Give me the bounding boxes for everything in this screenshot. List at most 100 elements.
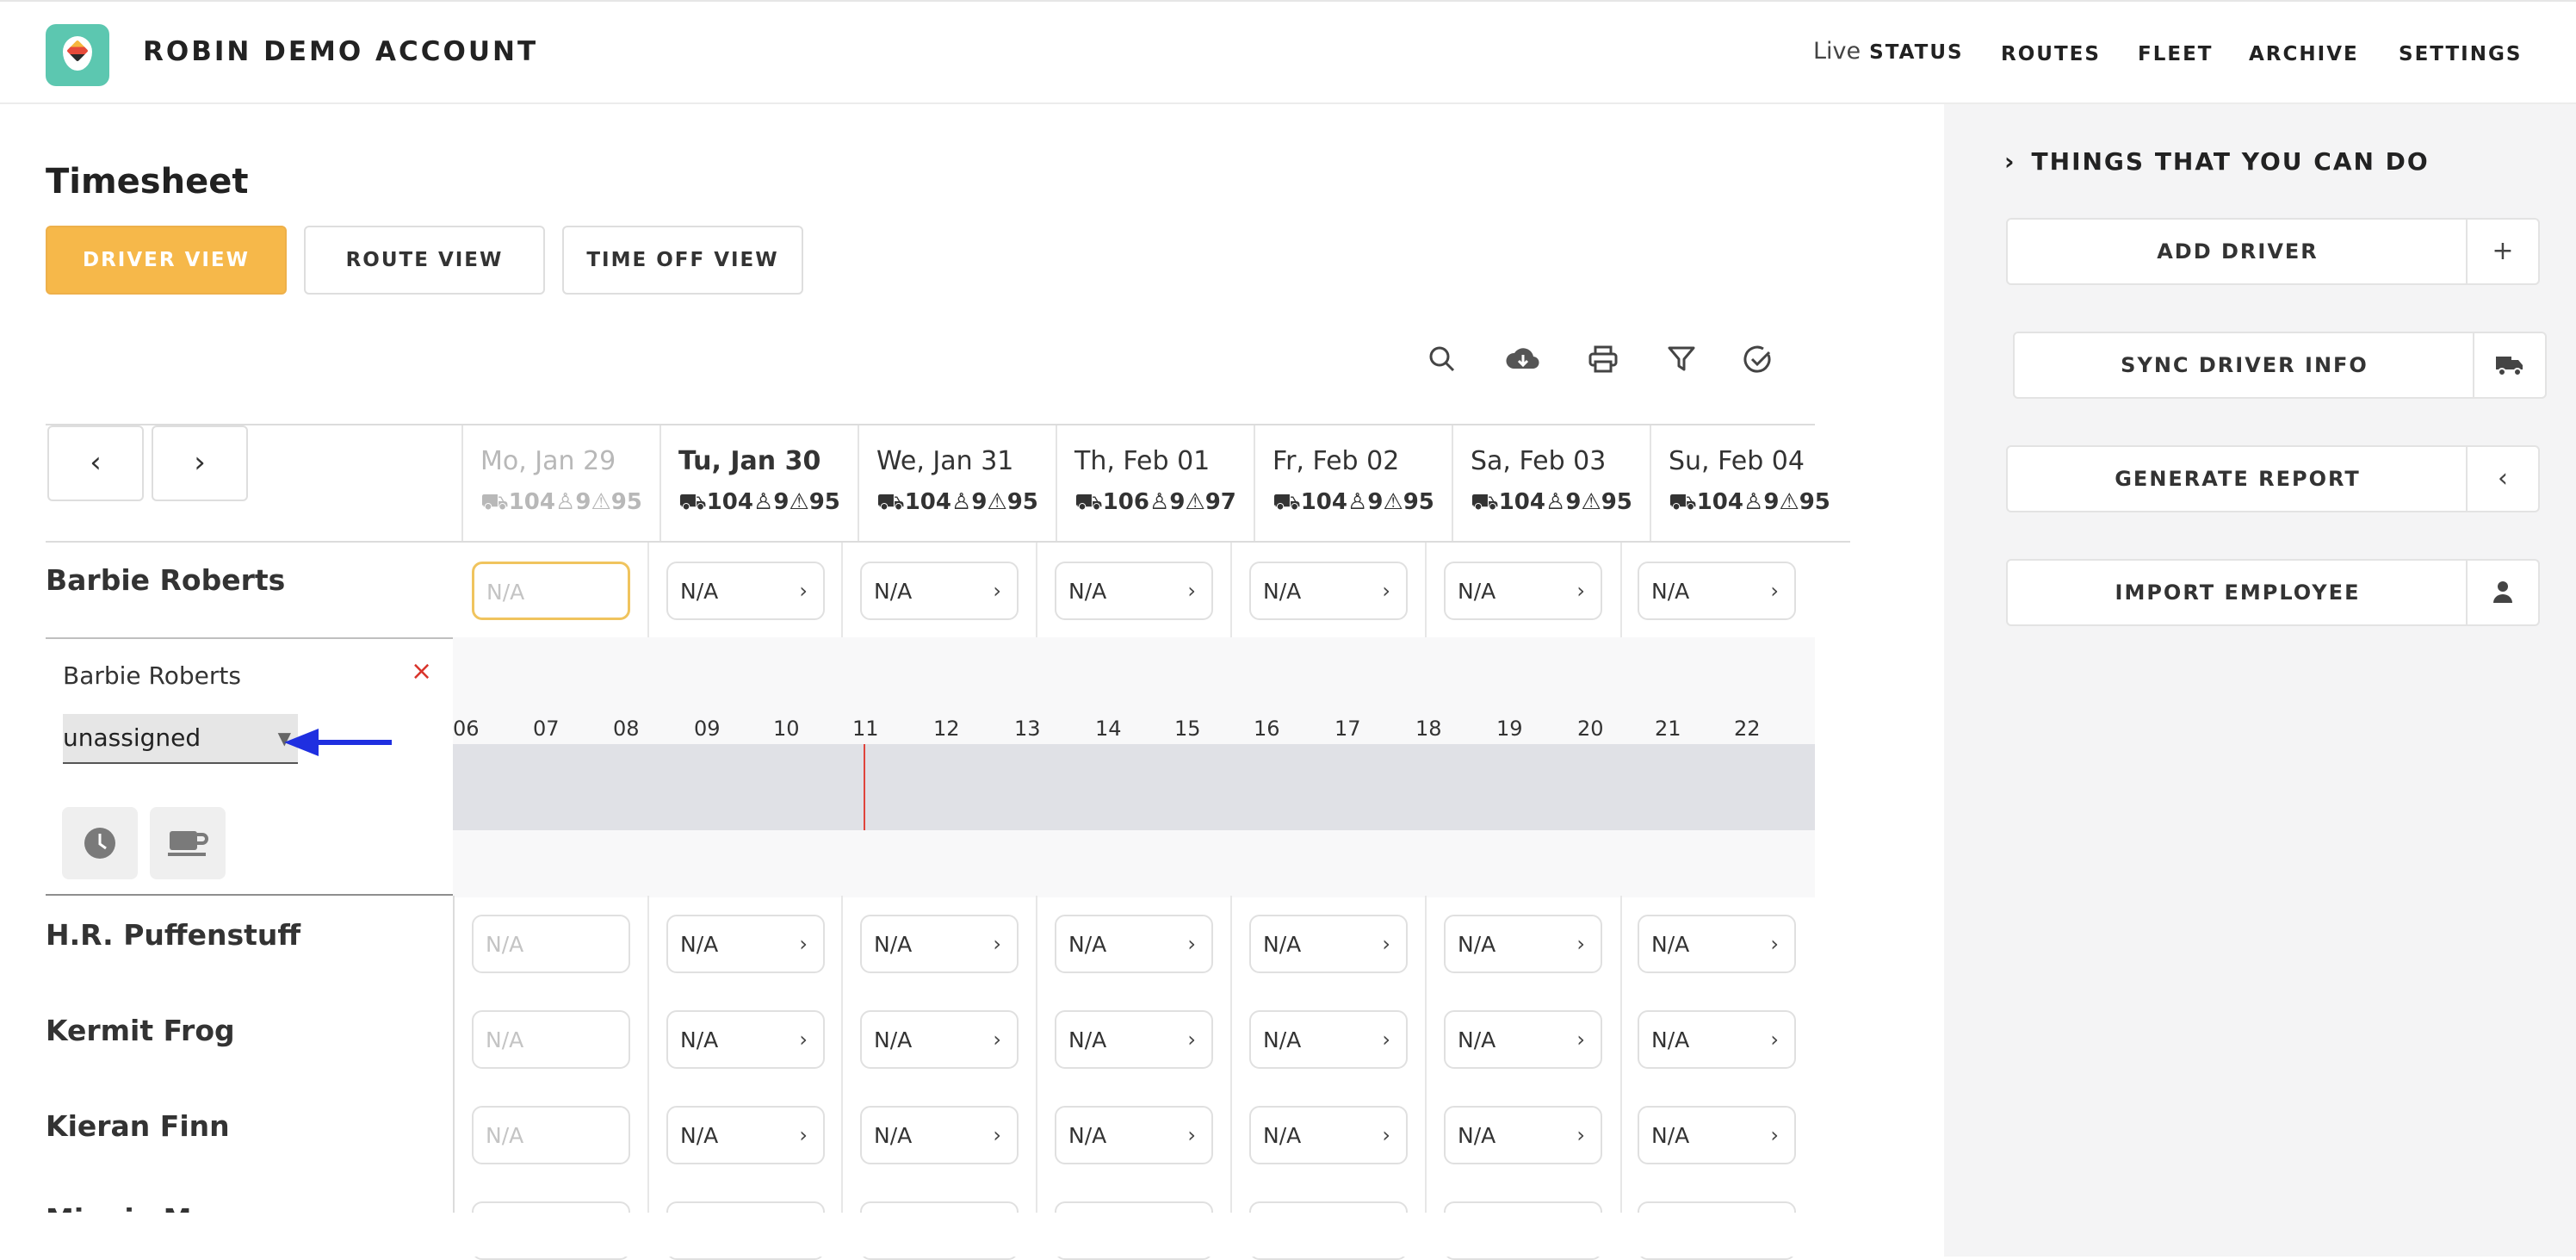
day-column-header[interactable]: Th, Feb 01 ⛟106♙9⚠97 [1056,425,1254,541]
hour-tick: 18 [1415,717,1442,741]
day-date: Tu, Jan 30 [678,446,821,476]
nav-fleet[interactable]: FLEET [2138,43,2213,65]
chevron-right-icon: › [1382,579,1390,603]
column-divider [1425,543,1427,637]
timesheet-cell[interactable]: N/A › [1055,1010,1213,1069]
route-assign-select[interactable]: unassigned ▼ [63,714,298,764]
timesheet-cell[interactable]: N/A › [1055,1106,1213,1164]
timesheet-cell[interactable]: N/A › [860,1106,1019,1164]
timesheet-cell[interactable]: N/A › [860,915,1019,973]
import-employee-button[interactable]: IMPORT EMPLOYEE [2006,559,2540,626]
timesheet-cell[interactable]: N/A › [666,1010,825,1069]
day-alerts: 95 [1601,489,1632,515]
timesheet-cell[interactable]: N/A › [1055,915,1213,973]
timesheet-cell[interactable]: N/A › [1444,1106,1602,1164]
hour-tick: 06 [453,717,480,741]
timesheet-cell[interactable]: N/A › [666,915,825,973]
driver-name[interactable]: Barbie Roberts [46,563,285,597]
cell-value: N/A [1263,932,1302,957]
add-driver-button[interactable]: ADD DRIVER + [2006,218,2540,285]
person-icon: ♙ [1545,489,1566,515]
timesheet-cell[interactable]: N/A › [1249,915,1408,973]
truck-icon: ⛟ [1471,489,1499,515]
truck-icon: ⛟ [678,489,707,515]
schedule-band[interactable] [453,744,1815,830]
chevron-right-icon: › [1576,932,1585,956]
actions-heading[interactable]: › THINGS THAT YOU CAN DO [2004,147,2430,176]
timesheet-cell[interactable]: N/A [472,1010,630,1069]
day-column-header[interactable]: Su, Feb 04 ⛟104♙9⚠95 [1650,425,1848,541]
prev-week-button[interactable]: ‹ [47,425,144,501]
day-column-header[interactable]: Sa, Feb 03 ⛟104♙9⚠95 [1452,425,1650,541]
timesheet-cell[interactable]: N/A › [860,1010,1019,1069]
route-assign-value: unassigned [63,723,201,752]
timesheet-cell[interactable]: N/A › [1249,1106,1408,1164]
nav-settings[interactable]: SETTINGS [2399,43,2522,65]
timesheet-cell[interactable]: N/A › [860,562,1019,620]
timesheet-cell[interactable]: N/A › [1638,562,1796,620]
day-column-header[interactable]: Fr, Feb 02 ⛟104♙9⚠95 [1254,425,1452,541]
app-logo[interactable] [46,24,109,86]
nav-routes[interactable]: ROUTES [2001,43,2101,65]
cell-value: N/A [1458,932,1496,957]
timesheet-cell[interactable]: N/A [472,562,630,620]
day-date: Sa, Feb 03 [1471,446,1607,476]
cell-value: N/A [1263,579,1302,604]
driver-name[interactable]: Kieran Finn [46,1109,230,1143]
expanded-driver-name: Barbie Roberts [63,661,241,690]
close-icon[interactable]: × [411,656,432,686]
driver-name[interactable]: H.R. Puffenstuff [46,918,300,952]
sync-driver-info-button[interactable]: SYNC DRIVER INFO [2013,332,2547,399]
next-week-button[interactable]: › [152,425,248,501]
search-icon[interactable] [1425,344,1459,379]
nav-archive[interactable]: ARCHIVE [2249,43,2359,65]
timesheet-cell[interactable]: N/A › [1444,1010,1602,1069]
day-drivers: 9 [773,489,790,515]
timesheet-cell[interactable]: N/A › [1638,1010,1796,1069]
nav-live-status[interactable]: Live STATUS [1813,38,1964,65]
check-circle-icon[interactable] [1741,344,1775,379]
hour-tick: 15 [1174,717,1201,741]
warning-icon: ⚠ [1185,489,1205,515]
hour-tick: 16 [1254,717,1280,741]
generate-report-button[interactable]: GENERATE REPORT ‹ [2006,445,2540,512]
timesheet-cell[interactable]: N/A › [1055,562,1213,620]
timesheet-cell[interactable]: N/A › [1249,1010,1408,1069]
filter-icon[interactable] [1664,344,1699,379]
coffee-break-icon[interactable] [150,807,226,879]
grid-divider [46,541,1850,543]
timesheet-cell[interactable]: N/A › [1444,915,1602,973]
timesheet-cell[interactable]: N/A › [1638,915,1796,973]
timesheet-cell[interactable]: N/A [472,1106,630,1164]
timesheet-cell[interactable]: N/A › [1638,1106,1796,1164]
page-title: Timesheet [46,162,249,202]
driver-view-button[interactable]: DRIVER VIEW [46,226,287,295]
chevron-right-icon: › [799,1123,808,1147]
chevron-right-icon: › [1576,1123,1585,1147]
timesheet-cell[interactable]: N/A › [1444,562,1602,620]
day-column-header[interactable]: We, Jan 31 ⛟104♙9⚠95 [858,425,1056,541]
employee-icon [2466,561,2538,624]
person-icon: ♙ [1149,489,1170,515]
timesheet-cell[interactable]: N/A › [1249,562,1408,620]
warning-icon: ⚠ [591,489,611,515]
chevron-right-icon: › [1187,1123,1196,1147]
timesheet-cell[interactable]: N/A › [666,562,825,620]
cloud-download-icon[interactable] [1505,344,1539,379]
timesheet-cell[interactable]: N/A › [666,1106,825,1164]
day-date: Th, Feb 01 [1074,446,1211,476]
cell-value: N/A [1068,932,1107,957]
timesheet-cell[interactable]: N/A [472,915,630,973]
print-icon[interactable] [1586,344,1620,379]
clock-icon[interactable] [62,807,138,879]
time-off-view-button[interactable]: TIME OFF VIEW [562,226,803,295]
cell-value: N/A [1458,579,1496,604]
cell-value: N/A [486,1123,524,1148]
day-column-header[interactable]: Tu, Jan 30 ⛟104♙9⚠95 [659,425,858,541]
current-time-line [864,744,865,830]
day-column-header[interactable]: Mo, Jan 29 ⛟104♙9⚠95 [461,425,659,541]
day-trucks: 104 [706,489,753,515]
cell-value: N/A [1458,1027,1496,1052]
driver-name[interactable]: Kermit Frog [46,1014,235,1047]
route-view-button[interactable]: ROUTE VIEW [304,226,545,295]
